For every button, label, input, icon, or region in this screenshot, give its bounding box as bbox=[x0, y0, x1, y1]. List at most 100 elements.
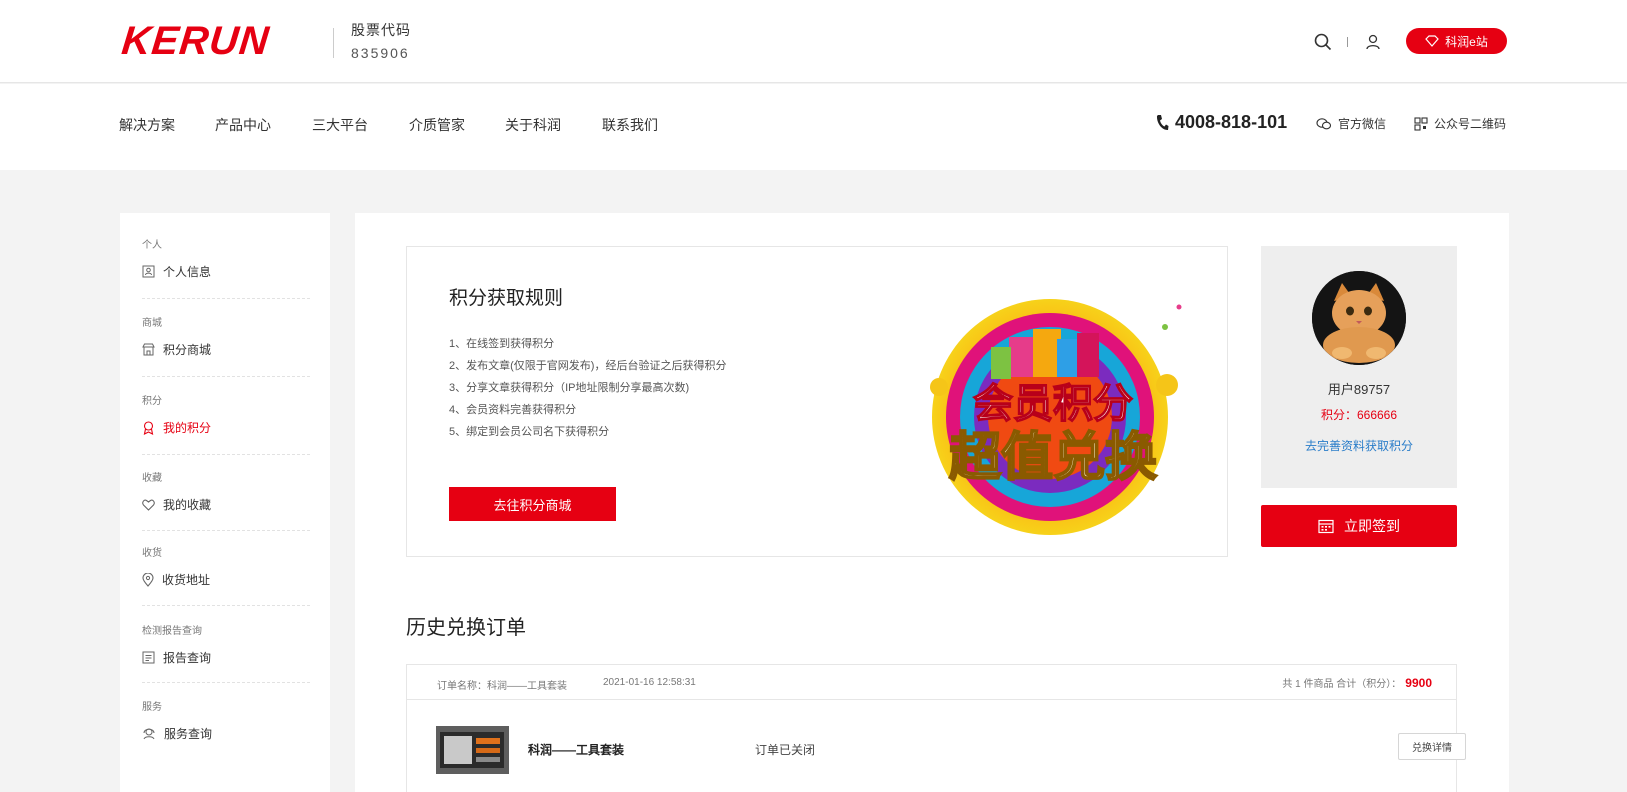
sidebar-item-label: 我的积分 bbox=[163, 421, 212, 435]
main-panel: 积分获取规则 1、在线签到获得积分 2、发布文章(仅限于官网发布)，经后台验证之… bbox=[355, 213, 1509, 792]
rules-title: 积分获取规则 bbox=[449, 288, 564, 309]
sidebar-item-favorites[interactable]: 我的收藏 bbox=[142, 496, 310, 513]
sidebar-item-points-mall[interactable]: 积分商城 bbox=[142, 341, 310, 358]
sidebar-item-service-query[interactable]: 服务查询 bbox=[142, 725, 310, 742]
order-time: 2021-01-16 12:58:31 bbox=[603, 677, 696, 688]
coin bbox=[930, 378, 948, 396]
confetti bbox=[1162, 324, 1168, 330]
nav-solutions[interactable]: 解决方案 bbox=[119, 115, 175, 135]
sidebar-item-label: 收货地址 bbox=[162, 573, 211, 587]
location-icon bbox=[142, 572, 154, 587]
order-total-label: 共 1 件商品 合计（积分）： bbox=[1282, 679, 1402, 690]
wechat-label: 官方微信 bbox=[1338, 117, 1387, 131]
order-total: 共 1 件商品 合计（积分）： 9900 bbox=[1282, 675, 1432, 690]
order-status: 订单已关闭 bbox=[755, 743, 816, 757]
sidebar-group-mall: 商城 积分商城 bbox=[142, 314, 310, 358]
top-header: KERUN 股票代码 835906 科润e站 bbox=[0, 0, 1627, 83]
order-header: 订单名称：科润——工具套装 2021-01-16 12:58:31 共 1 件商… bbox=[407, 665, 1456, 700]
user-icon[interactable] bbox=[1363, 32, 1383, 52]
hotline: 4008-818-101 bbox=[1155, 112, 1287, 133]
nav-products[interactable]: 产品中心 bbox=[215, 115, 271, 135]
rules-list: 1、在线签到获得积分 2、发布文章(仅限于官网发布)，经后台验证之后获得积分 3… bbox=[449, 333, 726, 443]
sign-in-button[interactable]: 立即签到 bbox=[1261, 505, 1457, 547]
sidebar-divider bbox=[142, 605, 310, 606]
nav-platforms[interactable]: 三大平台 bbox=[312, 115, 368, 135]
go-to-mall-button[interactable]: 去往积分商城 bbox=[449, 487, 616, 521]
sidebar-category: 积分 bbox=[142, 396, 162, 407]
rule-item: 2、发布文章(仅限于官网发布)，经后台验证之后获得积分 bbox=[449, 360, 727, 372]
phone-number: 4008-818-101 bbox=[1175, 112, 1288, 132]
gem-icon bbox=[1425, 35, 1439, 47]
points-rules-card: 积分获取规则 1、在线签到获得积分 2、发布文章(仅限于官网发布)，经后台验证之… bbox=[406, 246, 1228, 557]
qrcode-icon bbox=[1414, 116, 1428, 131]
sidebar-item-my-points[interactable]: 我的积分 bbox=[142, 419, 310, 436]
top-separator bbox=[1347, 37, 1348, 47]
stock-label: 股票代码 bbox=[351, 22, 411, 38]
header-divider bbox=[333, 28, 334, 58]
sidebar-category: 商城 bbox=[142, 318, 162, 329]
exchange-detail-button[interactable]: 兑换详情 bbox=[1398, 733, 1466, 760]
qrcode-link[interactable]: 公众号二维码 bbox=[1414, 115, 1506, 132]
eshop-label: 科润e站 bbox=[1445, 34, 1488, 49]
coin bbox=[1156, 374, 1178, 396]
shop-icon bbox=[142, 343, 155, 356]
banner-line2: 超值兑换 bbox=[949, 428, 1157, 488]
logo-text: KERUN bbox=[119, 19, 272, 63]
kerun-logo[interactable]: KERUN bbox=[119, 19, 314, 63]
sidebar-item-label: 个人信息 bbox=[163, 265, 212, 279]
nav-contact[interactable]: 联系我们 bbox=[602, 115, 658, 135]
sidebar-group-favorites: 收藏 我的收藏 bbox=[142, 469, 310, 513]
heart-icon bbox=[142, 499, 155, 511]
gift-bag bbox=[1009, 337, 1035, 377]
nav-about[interactable]: 关于科润 bbox=[505, 115, 561, 135]
stock-code: 835906 bbox=[351, 45, 410, 61]
sidebar-category: 收藏 bbox=[142, 473, 162, 484]
cat-avatar-image bbox=[1312, 271, 1406, 365]
sidebar-item-label: 积分商城 bbox=[163, 343, 212, 357]
order-card: 订单名称：科润——工具套装 2021-01-16 12:58:31 共 1 件商… bbox=[406, 664, 1466, 792]
wechat-link[interactable]: 官方微信 bbox=[1316, 115, 1386, 132]
order-name: 订单名称：科润——工具套装 bbox=[437, 681, 567, 692]
main-nav: 解决方案 产品中心 三大平台 介质管家 关于科润 联系我们 4008-818-1… bbox=[0, 84, 1627, 170]
product-thumbnail[interactable] bbox=[436, 726, 509, 774]
id-card-icon bbox=[142, 265, 155, 278]
sidebar-item-label: 报告查询 bbox=[163, 651, 212, 665]
member-sidebar: 个人 个人信息 商城 积分商城 积分 我的积分 收藏 我的收藏 收货 收货地址 … bbox=[120, 213, 330, 792]
sidebar-item-profile[interactable]: 个人信息 bbox=[142, 263, 310, 280]
rule-item: 3、分享文章获得积分（IP地址限制分享最高次数) bbox=[449, 382, 690, 394]
username: 用户89757 bbox=[1327, 382, 1391, 397]
wechat-icon bbox=[1316, 117, 1332, 129]
rule-item: 4、会员资料完善获得积分 bbox=[449, 404, 577, 416]
sidebar-divider bbox=[142, 530, 310, 531]
report-icon bbox=[142, 651, 155, 664]
points-balance: 积分：666666 bbox=[1320, 408, 1398, 422]
gift-bag bbox=[1033, 329, 1061, 377]
gift-bag bbox=[991, 347, 1011, 379]
sidebar-category: 个人 bbox=[142, 240, 162, 251]
sidebar-divider bbox=[142, 682, 310, 683]
sidebar-group-report: 检测报告查询 报告查询 bbox=[142, 622, 310, 666]
avatar[interactable] bbox=[1312, 271, 1406, 365]
confetti bbox=[1176, 304, 1182, 310]
order-product-name: 科润——工具套装 bbox=[528, 743, 625, 757]
nav-medium-manager[interactable]: 介质管家 bbox=[409, 115, 465, 135]
sidebar-item-address[interactable]: 收货地址 bbox=[142, 571, 310, 588]
user-card: 用户89757 积分：666666 去完善资料获取积分 bbox=[1261, 246, 1457, 488]
service-icon bbox=[143, 728, 155, 740]
search-icon[interactable] bbox=[1313, 32, 1333, 52]
qrcode-label: 公众号二维码 bbox=[1434, 117, 1507, 131]
sidebar-item-report-query[interactable]: 报告查询 bbox=[142, 649, 310, 666]
gift-bag bbox=[1077, 333, 1099, 377]
sidebar-divider bbox=[142, 298, 310, 299]
complete-profile-link[interactable]: 去完善资料获取积分 bbox=[1261, 437, 1457, 454]
sidebar-category: 收货 bbox=[142, 548, 162, 559]
banner-line1: 会员积分 bbox=[973, 381, 1133, 427]
sidebar-item-label: 我的收藏 bbox=[163, 498, 212, 512]
sidebar-group-personal: 个人 个人信息 bbox=[142, 236, 310, 280]
sidebar-category: 检测报告查询 bbox=[142, 626, 202, 637]
eshop-button[interactable]: 科润e站 bbox=[1406, 28, 1507, 54]
sidebar-item-label: 服务查询 bbox=[164, 727, 213, 741]
sidebar-divider bbox=[142, 454, 310, 455]
rule-item: 5、绑定到会员公司名下获得积分 bbox=[449, 426, 610, 438]
sidebar-group-service: 服务 服务查询 bbox=[142, 698, 310, 742]
